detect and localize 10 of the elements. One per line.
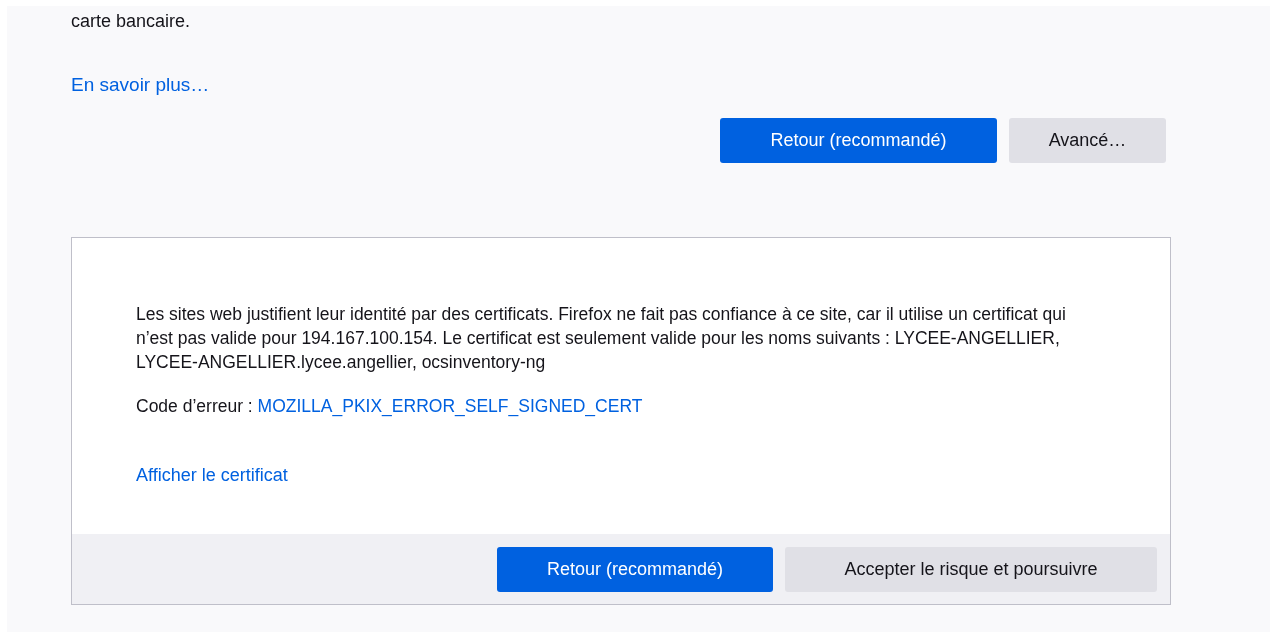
certificate-description: Les sites web justifient leur identité par des certificats. Firefox ne fait pas confiance à ce site, car il utilise un certificat qui n’est pas valide pour 194.167.100.154. Le certificat est seulement valide pour les noms suivants : LYCEE-ANGELLIER, LYCEE-ANGELLIER.lycee.angellier, ocsinventory-ng	[136, 303, 1067, 374]
error-code-label: Code d’erreur :	[136, 396, 253, 416]
view-certificate-link[interactable]: Afficher le certificat	[136, 465, 288, 486]
learn-more-link[interactable]: En savoir plus…	[71, 74, 210, 96]
back-button[interactable]: Retour (recommandé)	[720, 118, 997, 163]
back-button[interactable]: Retour (recommandé)	[497, 546, 773, 592]
intro-text: carte bancaire.	[71, 10, 192, 32]
error-code-link[interactable]: MOZILLA_PKIX_ERROR_SELF_SIGNED_CERT	[257, 396, 643, 416]
secondary-button[interactable]: Accepter le risque et poursuivre	[785, 546, 1157, 592]
secondary-button[interactable]: Avancé…	[1009, 118, 1166, 163]
